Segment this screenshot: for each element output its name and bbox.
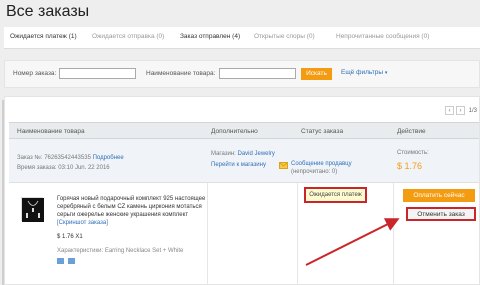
annotation-arrow: [305, 218, 400, 266]
scrollbar[interactable]: [2, 100, 4, 285]
